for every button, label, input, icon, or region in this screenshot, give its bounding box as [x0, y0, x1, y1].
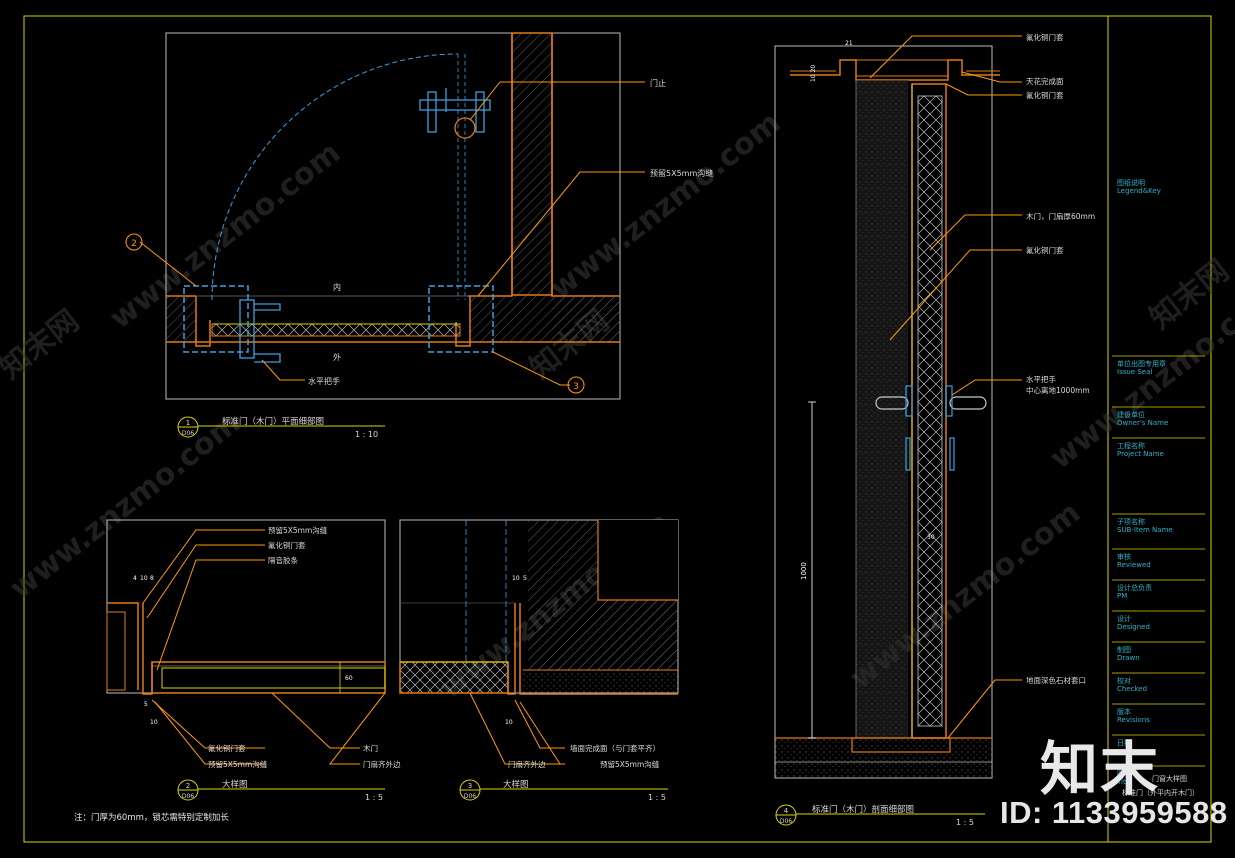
tb-legend: 图纸说明 — [1117, 178, 1145, 187]
detail-3-screed — [523, 670, 678, 693]
label-door-stop: 门止 — [650, 78, 666, 88]
section-dim-1000: 1000 — [800, 562, 808, 580]
d3-bot-wall: 墙面完成面（与门套平齐） — [570, 743, 660, 753]
d2-title: 大样图 — [222, 779, 248, 790]
d2-bot-edge: 门扇齐外边 — [363, 759, 401, 769]
door-stop-symbol — [419, 88, 491, 139]
d3-title-sheet: D06 — [464, 793, 476, 800]
section-dim-21: 21 — [845, 40, 853, 47]
tb-drawn: 制图 — [1117, 645, 1131, 654]
detail-2-title-block: 2 D06 大样图 1 : 5 — [177, 779, 385, 802]
d2-bot-groove: 预留5X5mm沟缝 — [208, 759, 268, 769]
tb-project-en: Project Name — [1117, 450, 1164, 458]
tb-legend-en: Legend&Key — [1117, 187, 1161, 195]
tb-issue: 单位出图专用章 — [1117, 359, 1166, 368]
watermark-text-3: www.znzmo.com — [3, 405, 247, 606]
tb-pm: 设计总负责 — [1117, 583, 1152, 592]
d2-leader-groove: 预留5X5mm沟缝 — [268, 525, 328, 535]
d2-dim-10: 10 — [140, 575, 148, 582]
detail-3-title-block: 3 D06 大样图 1 : 5 — [459, 779, 668, 802]
section-label-frame-top: 氟化铜门套 — [1026, 32, 1064, 42]
d2-dim-b5: 5 — [144, 701, 148, 708]
tb-project: 工程名称 — [1117, 441, 1145, 450]
label-outside: 外 — [333, 352, 341, 362]
d2-leader-strip: 隔音胶条 — [268, 555, 298, 565]
section-title: 标准门（木门）剖面细部图 — [812, 804, 914, 815]
callout-3-label: 3 — [573, 382, 579, 392]
tb-issue-en: Issue Seal — [1117, 368, 1152, 376]
tb-pm-en: PM — [1117, 592, 1127, 600]
watermark-logo: 知末 — [1040, 735, 1161, 803]
watermark-brand-1: 知末网 — [0, 303, 86, 386]
d3-dim-b10: 10 — [505, 719, 513, 726]
plan-title-sheet: D06 — [182, 430, 194, 437]
d3-dim-5: 5 — [523, 575, 527, 582]
d2-bot-wood: 木门 — [363, 743, 378, 753]
section-title-block: 4 D06 标准门（木门）剖面细部图 1 : 5 — [775, 804, 985, 827]
wall-vertical — [511, 32, 553, 296]
watermark-text-1: www.znzmo.com — [103, 135, 347, 336]
tb-revisions: 版本 — [1117, 707, 1131, 716]
plan-scale: 1 : 10 — [355, 430, 378, 439]
detail-3-door-leaf — [399, 661, 509, 694]
section-title-no: 4 — [784, 807, 789, 815]
watermark-text-2: www.znzmo.com — [543, 105, 787, 306]
wall-bottom-left — [166, 296, 196, 342]
d2-dim-8: 8 — [150, 575, 154, 582]
detail-2-viewport — [106, 519, 386, 694]
detail-3-drawing: 10 5 10 门扇齐外边 墙面完成面（与门套平齐） 预留5X5mm沟缝 3 D… — [399, 519, 679, 802]
tb-subitem: 子项名称 — [1117, 517, 1145, 526]
tb-checked-en: Checked — [1117, 685, 1147, 693]
tb-designed-en: Designed — [1117, 623, 1150, 631]
general-note: 注：门厚为60mm，锁芯需特别定制加长 — [74, 812, 229, 823]
d3-bot-groove: 预留5X5mm沟缝 — [600, 759, 660, 769]
section-title-sheet: D06 — [780, 818, 792, 825]
tb-drawn-en: Drawn — [1117, 654, 1140, 662]
label-handle: 水平把手 — [308, 376, 340, 386]
tb-owner: 建设单位 — [1117, 410, 1145, 419]
label-groove: 预留5X5mm沟缝 — [650, 168, 713, 178]
cad-drawing-sheet: www.znzmo.com www.znzmo.com www.znzmo.co… — [0, 0, 1235, 854]
section-label-door: 木门，门扇厚60mm — [1026, 211, 1095, 221]
callout-2-label: 2 — [131, 239, 137, 249]
d2-leader-frame: 氟化铜门套 — [268, 540, 306, 550]
d3-dim-10: 10 — [512, 575, 520, 582]
section-floor — [775, 738, 992, 778]
d3-scale: 1 : 5 — [648, 793, 666, 802]
d2-scale: 1 : 5 — [365, 793, 383, 802]
d2-dim-4: 4 — [133, 575, 137, 582]
d2-dim-b10: 10 — [150, 719, 158, 726]
section-dim-30: 30 — [927, 534, 935, 541]
tb-designed: 设计 — [1117, 614, 1131, 623]
tb-checked: 校对 — [1117, 676, 1131, 685]
door-leaf-plan — [211, 323, 461, 337]
d3-bot-edge: 门扇齐外边 — [508, 759, 546, 769]
tb-owner-en: Owner's Name — [1117, 419, 1168, 427]
detail-2-drawing: 预留5X5mm沟缝 氟化铜门套 隔音胶条 4 10 8 60 5 10 氟化铜门… — [106, 519, 401, 802]
door-swing-arc — [211, 53, 459, 301]
tb-reviewed-en: Reviewed — [1117, 561, 1151, 569]
section-label-frame-2: 氟化铜门套 — [1026, 90, 1064, 100]
d3-title: 大样图 — [503, 779, 529, 790]
plan-title-no: 1 — [186, 419, 190, 427]
d3-title-no: 3 — [468, 782, 472, 790]
d2-dim-60: 60 — [345, 675, 353, 682]
tb-reviewed: 审核 — [1117, 552, 1131, 561]
section-dim-side: 10 20 — [810, 65, 817, 82]
tb-subitem-en: SUB-Item Name — [1117, 526, 1173, 534]
d2-bot-frame: 氟化铜门套 — [208, 743, 246, 753]
section-label-handle: 水平把手 — [1026, 374, 1056, 384]
label-inside: 内 — [333, 282, 341, 292]
section-drawing: 1000 30 21 10 20 氟化铜门套 天花完成面 氟化铜门套 木门，门扇… — [774, 32, 1095, 827]
section-label-frame-3: 氟化铜门套 — [1026, 245, 1064, 255]
section-label-stone: 地面深色石材套口 — [1026, 675, 1086, 685]
d2-title-no: 2 — [186, 782, 190, 790]
watermark-id: ID: 1133959588 — [1000, 795, 1228, 830]
section-label-handle-height: 中心离地1000mm — [1026, 385, 1090, 395]
section-scale: 1 : 5 — [956, 818, 974, 827]
plan-title: 标准门（木门）平面细部图 — [222, 416, 324, 427]
d2-title-sheet: D06 — [182, 793, 194, 800]
section-label-ceiling: 天花完成面 — [1026, 76, 1064, 86]
